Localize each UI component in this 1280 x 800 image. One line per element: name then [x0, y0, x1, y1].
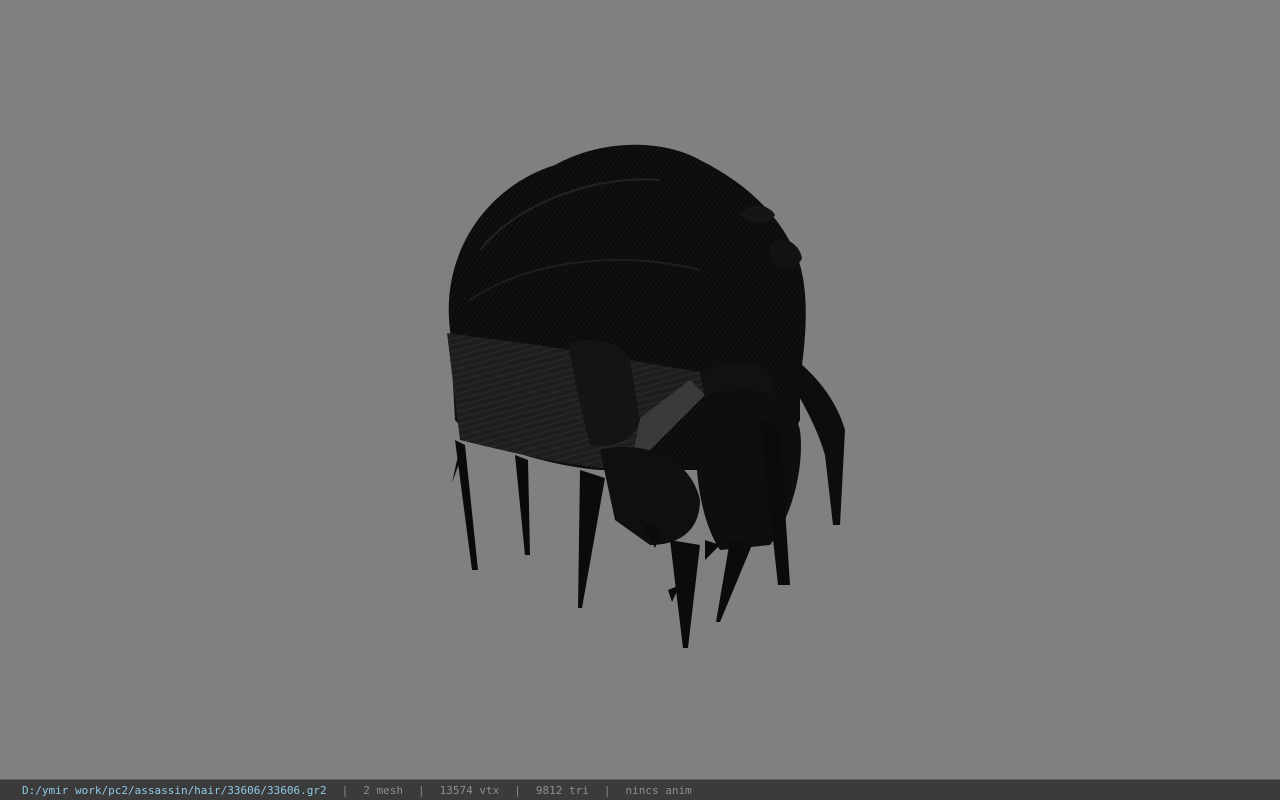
- status-bar: D:/ymir work/pc2/assassin/hair/33606/336…: [0, 779, 1280, 800]
- separator: |: [418, 783, 425, 797]
- file-path: D:/ymir work/pc2/assassin/hair/33606/336…: [22, 783, 327, 797]
- hair-model: [447, 144, 845, 648]
- separator: |: [514, 783, 521, 797]
- vertex-count: 13574 vtx: [439, 783, 500, 797]
- triangle-count: 9812 tri: [535, 783, 589, 797]
- mesh-count: 2 mesh: [363, 783, 404, 797]
- separator: |: [603, 783, 611, 797]
- animation-status: nincs anim: [625, 783, 692, 797]
- separator: |: [341, 783, 349, 797]
- model-viewport[interactable]: [0, 0, 1280, 779]
